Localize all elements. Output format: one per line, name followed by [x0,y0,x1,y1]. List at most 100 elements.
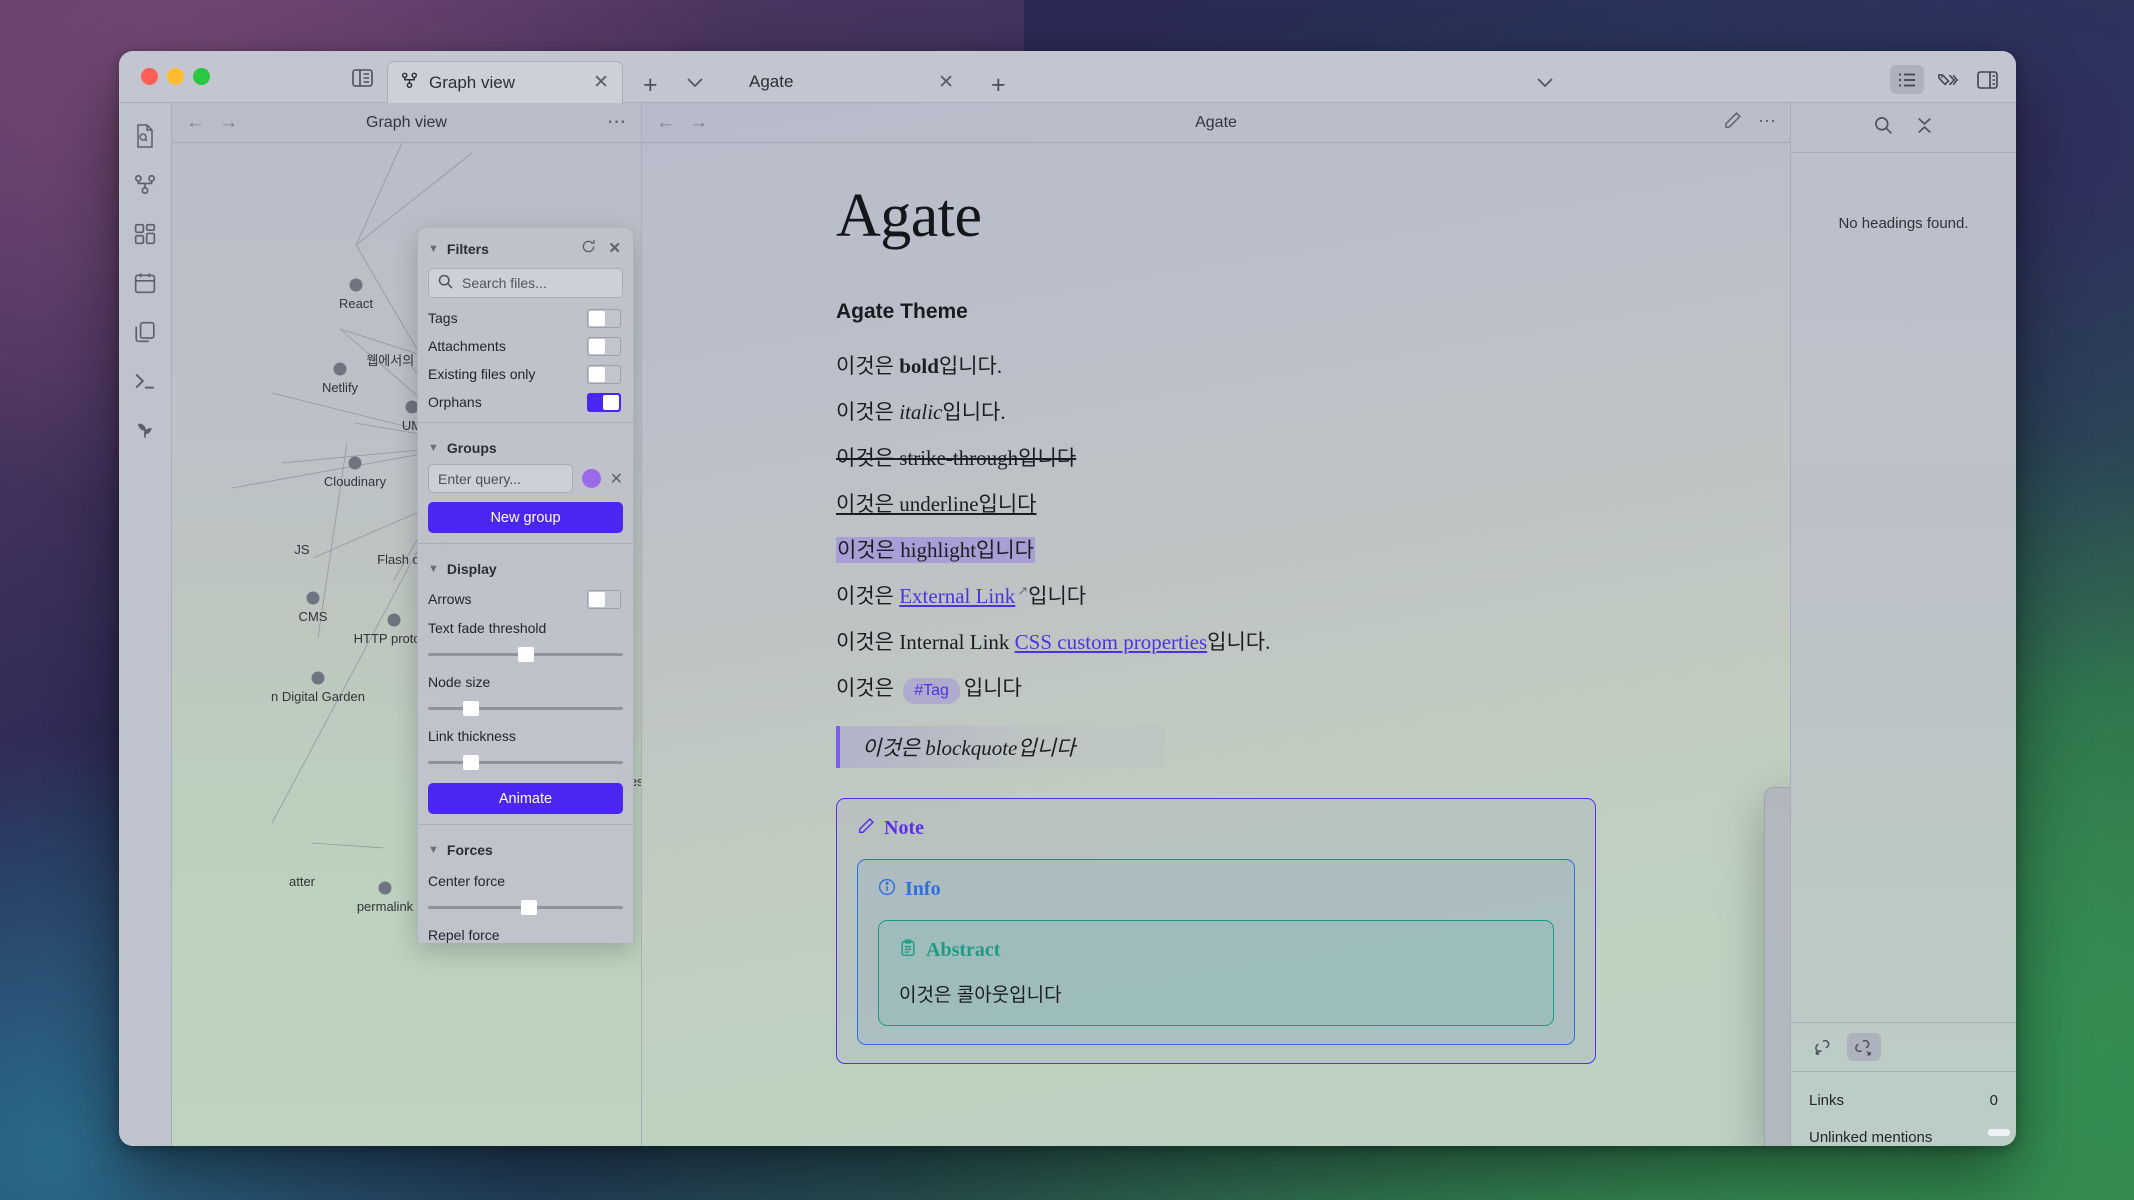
display-row-arrows[interactable]: Arrows [418,585,633,613]
callout-note[interactable]: Note Info Abstract 이것은 콜아웃입니다 [836,797,1596,1064]
blockquote: 이것은 blockquote입니다 [836,725,1166,768]
display-section-header[interactable]: ▼ Display [418,550,633,585]
unlinked-mentions-row[interactable]: Unlinked mentions [1791,1109,2016,1146]
tag-chip[interactable]: #Tag [903,677,960,704]
forward-icon[interactable]: → [219,112,238,134]
graph-node-label: Netlify [321,380,359,395]
filter-row-tags[interactable]: Tags [418,304,633,332]
search-icon [438,274,453,292]
calendar-icon[interactable] [133,270,158,295]
callout-title: Info [905,878,941,901]
graph-settings-panel: ▼ Filters ✕ Search files... Tags Attachm… [417,227,634,943]
close-window-button[interactable] [141,68,158,85]
close-tab-icon[interactable]: ✕ [593,73,609,92]
remove-group-icon[interactable]: ✕ [610,469,623,489]
sprout-icon[interactable] [133,417,158,442]
graph-pane-more-icon[interactable]: ⋯ [607,111,627,134]
chevron-down-icon: ▼ [428,442,439,454]
tags-view-button[interactable] [1930,65,1964,94]
clipboard-icon [899,939,917,963]
right-sidebar: No headings found. Links 0 Unlinked ment… [1791,103,2016,1146]
search-files-placeholder: Search files... [462,275,547,291]
chevron-down-icon[interactable] [687,75,703,91]
maximize-window-button[interactable] [193,68,210,85]
new-tab-button[interactable]: + [643,71,658,100]
close-tab-icon[interactable]: ✕ [938,73,954,92]
paragraph-external-link: 이것은 External Link ↗입니다 [836,582,1087,608]
canvas-icon[interactable] [133,221,158,246]
filter-label: Attachments [428,338,506,354]
group-color-swatch[interactable] [581,469,601,488]
toggle-left-sidebar-button[interactable] [347,64,377,91]
arrows-toggle[interactable] [587,589,621,609]
callout-note-title-row: Note [857,817,1575,841]
graph-node[interactable] [378,881,392,895]
back-icon[interactable]: ← [186,112,205,134]
document-more-icon[interactable]: ⋯ [1758,111,1776,135]
callout-abstract[interactable]: Abstract 이것은 콜아웃입니다 [878,919,1554,1026]
internal-link[interactable]: CSS custom properties [1015,630,1208,654]
tags-toggle[interactable] [587,308,621,328]
graph-view-pane: ← → Graph view ⋯ React 웹에서의 브루 Netlify U… [172,103,642,1146]
search-icon[interactable] [1874,116,1893,140]
filters-section-header[interactable]: ▼ Filters ✕ [418,228,633,266]
forces-section-header[interactable]: ▼ Forces [418,831,633,866]
toggle-right-sidebar-button[interactable] [1970,65,2004,94]
graph-icon[interactable] [133,172,158,197]
back-icon[interactable]: ← [656,112,675,134]
edit-pencil-icon[interactable] [1723,111,1742,135]
graph-node[interactable] [311,671,325,685]
groups-section-header[interactable]: ▼ Groups [418,429,633,464]
section-heading: Agate Theme [836,300,968,323]
text-fade-threshold-slider[interactable] [428,645,623,663]
outline-view-button[interactable] [1890,65,1924,94]
filter-row-orphans[interactable]: Orphans [418,388,633,416]
close-icon[interactable]: ✕ [608,239,621,258]
link-thickness-slider[interactable] [428,753,623,771]
graph-node-label: CMS [298,609,328,624]
copy-files-icon[interactable] [133,319,158,344]
paragraph-highlight: 이것은 highlight입니다 [836,536,1036,563]
new-group-button[interactable]: New group [428,502,623,533]
minimize-window-button[interactable] [167,68,184,85]
display-section-title: Display [446,561,497,577]
graph-node-label: React [339,296,373,311]
graph-node[interactable] [387,613,401,627]
center-force-slider[interactable] [428,898,623,916]
link-hover-preview-card[interactable]: https://developer.mozilla.org/en-US/docs… [1764,787,1790,1146]
backlinks-icon[interactable] [1805,1033,1839,1061]
existing-files-only-toggle[interactable] [587,364,621,384]
search-files-input[interactable]: Search files... [428,268,623,298]
node-size-slider[interactable] [428,699,623,717]
terminal-icon[interactable] [133,368,158,393]
graph-node[interactable] [348,456,362,470]
document-body[interactable]: Agate Agate Theme 이것은 bold입니다. 이것은 itali… [642,143,1790,1146]
graph-node[interactable] [306,591,320,605]
filter-row-existing-files[interactable]: Existing files only [418,360,633,388]
external-link[interactable]: External Link [899,584,1015,608]
orphans-toggle[interactable] [587,392,621,412]
graph-node-label: atter [288,874,316,889]
callout-abstract-body: 이것은 콜아웃입니다 [899,984,1062,1006]
chevron-down-icon[interactable] [1537,75,1553,91]
forces-section-title: Forces [446,842,493,858]
new-tab-button[interactable]: + [991,71,1006,100]
links-row[interactable]: Links 0 [1791,1072,2016,1109]
graph-node[interactable] [333,362,347,376]
attachments-toggle[interactable] [587,336,621,356]
scroll-indicator[interactable] [1988,1129,2010,1136]
forward-icon[interactable]: → [689,112,708,134]
animate-button[interactable]: Animate [428,783,623,814]
window-body: ← → Graph view ⋯ React 웹에서의 브루 Netlify U… [119,103,2016,1146]
collapse-icon[interactable] [1915,116,1934,140]
file-search-icon[interactable] [133,123,158,148]
callout-info[interactable]: Info Abstract 이것은 콜아웃입니다 [857,858,1575,1045]
outgoing-links-icon[interactable] [1847,1033,1881,1061]
paragraph-internal-link: 이것은 Internal Link CSS custom properties입… [836,629,1271,654]
tab-agate[interactable]: Agate ✕ [735,61,968,103]
group-query-input[interactable]: Enter query... [428,464,573,493]
tab-graph-view[interactable]: Graph view ✕ [387,61,623,103]
reset-icon[interactable] [581,239,596,258]
graph-node[interactable] [349,278,363,292]
filter-row-attachments[interactable]: Attachments [418,332,633,360]
